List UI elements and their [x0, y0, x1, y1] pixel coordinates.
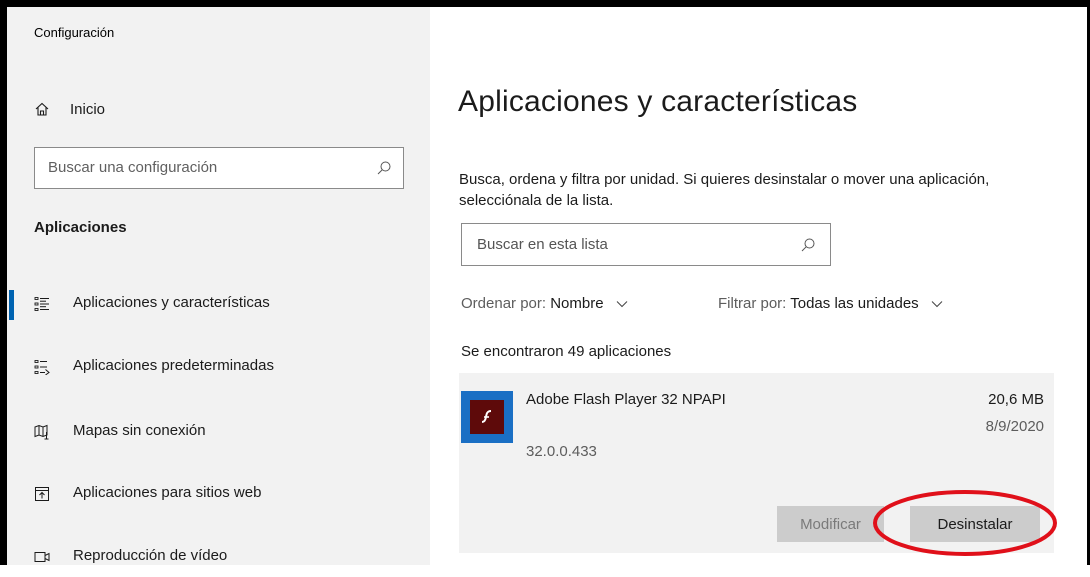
video-playback-icon: [34, 552, 50, 562]
sort-value: Nombre: [550, 295, 604, 312]
flash-logo-icon: [481, 410, 492, 423]
sidebar-item-label: Reproducción de vídeo: [73, 547, 228, 564]
sidebar-item-label: Aplicaciones y características: [73, 294, 270, 311]
filter-value: Todas las unidades: [790, 295, 919, 312]
sidebar-home[interactable]: Inicio: [34, 97, 105, 121]
search-icon[interactable]: [376, 160, 392, 176]
chevron-down-icon: [616, 301, 628, 308]
app-install-date: 8/9/2020: [985, 418, 1044, 435]
main-panel: Aplicaciones y características Busca, or…: [430, 7, 1087, 565]
settings-window: Configuración Inicio Buscar una configur…: [0, 0, 1090, 565]
apps-websites-icon: [35, 487, 49, 501]
settings-search-placeholder: Buscar una configuración: [48, 159, 218, 176]
sidebar-item-offline-maps[interactable]: Mapas sin conexión: [7, 412, 430, 452]
flash-player-icon: [461, 391, 513, 443]
app-list-search-placeholder: Buscar en esta lista: [477, 236, 608, 253]
home-label: Inicio: [70, 100, 106, 118]
filter-label: Filtrar por:: [718, 295, 787, 312]
default-apps-icon: [34, 360, 50, 375]
sidebar-item-label: Aplicaciones para sitios web: [73, 484, 262, 501]
sort-dropdown[interactable]: Ordenar por: Nombre: [461, 295, 628, 312]
section-title: Aplicaciones: [34, 219, 127, 236]
search-icon[interactable]: [800, 237, 816, 253]
app-version: 32.0.0.433: [526, 443, 597, 460]
selected-indicator: [9, 290, 14, 320]
uninstall-button[interactable]: Desinstalar: [910, 506, 1040, 542]
page-title: Aplicaciones y características: [458, 85, 858, 118]
home-icon: [35, 102, 49, 116]
chevron-down-icon: [931, 301, 943, 308]
app-name: Adobe Flash Player 32 NPAPI: [526, 391, 726, 408]
app-size: 20,6 MB: [988, 391, 1044, 408]
sidebar-item-label: Aplicaciones predeterminadas: [73, 357, 274, 374]
window-border: [0, 0, 7, 565]
sidebar: Configuración Inicio Buscar una configur…: [7, 7, 430, 565]
modify-button[interactable]: Modificar: [777, 506, 884, 542]
settings-search-input[interactable]: Buscar una configuración: [34, 147, 404, 189]
app-list-search-input[interactable]: Buscar en esta lista: [461, 223, 831, 266]
sidebar-item-video-playback[interactable]: Reproducción de vídeo: [7, 537, 430, 577]
sort-label: Ordenar por:: [461, 295, 547, 312]
sidebar-item-apps-features[interactable]: Aplicaciones y características: [7, 284, 430, 324]
app-list-item-selected[interactable]: Adobe Flash Player 32 NPAPI 32.0.0.433 2…: [459, 373, 1054, 553]
window-title: Configuración: [34, 25, 115, 40]
page-description: Busca, ordena y filtra por unidad. Si qu…: [459, 171, 990, 209]
sidebar-item-apps-websites[interactable]: Aplicaciones para sitios web: [7, 474, 430, 514]
offline-maps-icon: [34, 424, 49, 440]
app-count: Se encontraron 49 aplicaciones: [461, 343, 672, 360]
sidebar-item-label: Mapas sin conexión: [73, 422, 206, 439]
sidebar-item-default-apps[interactable]: Aplicaciones predeterminadas: [7, 347, 430, 387]
window-border: [0, 0, 1090, 7]
filter-dropdown[interactable]: Filtrar por: Todas las unidades: [718, 295, 943, 312]
apps-features-icon: [34, 297, 49, 311]
